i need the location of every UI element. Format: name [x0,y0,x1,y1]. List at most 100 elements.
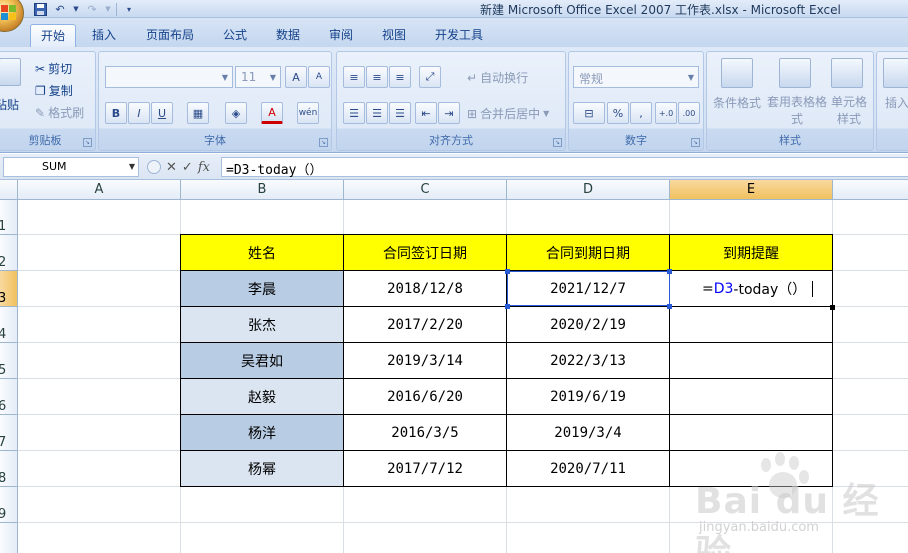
table-cell-name[interactable]: 赵毅 [181,379,344,415]
table-cell-expires[interactable]: 2019/3/4 [507,415,670,451]
table-cell-expires[interactable]: 2020/2/19 [507,307,670,343]
name-box[interactable]: SUM ▼ [3,157,139,177]
decrease-font-button[interactable]: A [308,66,330,88]
table-cell-signed[interactable]: 2018/12/8 [344,271,507,307]
align-middle-icon[interactable]: ≡ [366,66,388,88]
align-right-icon[interactable]: ☰ [389,102,411,124]
tab-home[interactable]: 开始 [30,24,77,47]
tab-formulas[interactable]: 公式 [213,24,257,47]
enter-icon[interactable]: ✓ [182,160,193,175]
worksheet[interactable]: A B C D E 1 2 3 4 5 6 7 8 9 [0,180,908,553]
alignment-launcher-icon[interactable]: ↘ [553,138,562,147]
table-cell-reminder[interactable] [670,451,833,487]
borders-icon[interactable]: ▦ [187,102,209,124]
table-cell-reminder[interactable] [670,343,833,379]
conditional-format-button[interactable]: 条件格式 [713,94,761,111]
tab-insert[interactable]: 插入 [82,24,126,47]
table-cell-reminder[interactable] [670,379,833,415]
header-cell-reminder[interactable]: 到期提醒 [670,235,833,271]
merge-center-button[interactable]: ⊞ 合并后居中 ▼ [467,105,549,122]
header-cell-name[interactable]: 姓名 [181,235,344,271]
reference-handle[interactable] [505,269,510,274]
row-header-3[interactable]: 3 [0,271,18,307]
paste-button[interactable]: 粘贴 [0,96,19,113]
table-cell-reminder[interactable] [670,307,833,343]
table-cell-reminder[interactable] [670,415,833,451]
cancel-icon[interactable]: ✕ [166,160,177,175]
increase-indent-icon[interactable]: ⇥ [438,102,460,124]
reference-handle[interactable] [667,304,672,309]
accounting-format-icon[interactable]: ⊟ [573,102,605,124]
column-header-e[interactable]: E [670,180,833,200]
formula-input[interactable]: =D3-today（） [221,157,908,178]
align-center-icon[interactable]: ☰ [366,102,388,124]
align-top-icon[interactable]: ≡ [343,66,365,88]
redo-icon[interactable]: ↷ [84,2,100,17]
phonetic-button[interactable]: wén [297,102,319,124]
insert-function-icon[interactable]: fx [198,160,210,175]
orientation-icon[interactable]: ⤢ [419,66,441,88]
row-header-10[interactable] [0,523,18,553]
redo-dropdown-icon[interactable]: ▼ [104,2,112,17]
tab-page-layout[interactable]: 页面布局 [136,24,204,47]
row-header-4[interactable]: 4 [0,307,18,343]
undo-icon[interactable]: ↶ [52,2,68,17]
tab-developer[interactable]: 开发工具 [425,24,493,47]
insert-cells-button[interactable]: 插入 [885,94,908,111]
row-header-8[interactable]: 8 [0,451,18,487]
font-launcher-icon[interactable]: ↘ [319,138,328,147]
underline-button[interactable]: U [151,102,173,124]
decrease-decimal-button[interactable]: .00 [678,102,700,124]
fill-color-icon[interactable]: ◈ [225,102,247,124]
font-name-combo[interactable]: ▼ [105,66,233,88]
align-left-icon[interactable]: ☰ [343,102,365,124]
table-cell-name[interactable]: 张杰 [181,307,344,343]
customize-qat-icon[interactable]: ▾ [121,2,137,17]
reference-handle[interactable] [667,269,672,274]
copy-button[interactable]: ❐ 复制 [35,82,73,99]
active-cell-e3[interactable]: = D3 -today（） [670,271,833,307]
header-cell-signed[interactable]: 合同签订日期 [344,235,507,271]
cut-button[interactable]: ✂ 剪切 [35,60,72,77]
tab-view[interactable]: 视图 [372,24,416,47]
formula-expand-icon[interactable] [147,160,161,174]
conditional-format-icon[interactable] [721,58,753,88]
table-format-button[interactable]: 套用表格格式 [767,94,827,128]
tab-review[interactable]: 审阅 [319,24,363,47]
column-header-f[interactable] [833,180,908,200]
table-cell-signed[interactable]: 2016/6/20 [344,379,507,415]
wrap-text-button[interactable]: ↵ 自动换行 [467,69,528,86]
column-header-b[interactable]: B [181,180,344,200]
table-cell-name[interactable]: 杨洋 [181,415,344,451]
comma-button[interactable]: , [630,102,652,124]
increase-decimal-button[interactable]: +.0 [655,102,677,124]
reference-handle[interactable] [505,304,510,309]
undo-dropdown-icon[interactable]: ▼ [72,2,80,17]
select-all-corner[interactable] [0,180,18,200]
align-bottom-icon[interactable]: ≡ [389,66,411,88]
cell-styles-icon[interactable] [831,58,863,88]
row-header-6[interactable]: 6 [0,379,18,415]
font-color-button[interactable]: A [261,102,283,124]
column-header-a[interactable]: A [18,180,181,200]
table-cell-name[interactable]: 李晨 [181,271,344,307]
table-cell-signed[interactable]: 2019/3/14 [344,343,507,379]
table-cell-name[interactable]: 杨幂 [181,451,344,487]
bold-button[interactable]: B [105,102,127,124]
row-header-5[interactable]: 5 [0,343,18,379]
italic-button[interactable]: I [128,102,150,124]
font-size-combo[interactable]: 11 ▼ [235,66,281,88]
tab-data[interactable]: 数据 [266,24,310,47]
row-header-2[interactable]: 2 [0,235,18,271]
table-cell-signed[interactable]: 2017/7/12 [344,451,507,487]
row-header-1[interactable]: 1 [0,200,18,235]
decrease-indent-icon[interactable]: ⇤ [415,102,437,124]
table-cell-signed[interactable]: 2016/3/5 [344,415,507,451]
insert-cells-icon[interactable] [883,58,908,88]
format-painter-button[interactable]: ✎ 格式刷 [35,104,84,121]
row-header-7[interactable]: 7 [0,415,18,451]
table-cell-expires[interactable]: 2021/12/7 [507,271,670,307]
table-cell-expires[interactable]: 2019/6/19 [507,379,670,415]
table-format-icon[interactable] [779,58,811,88]
table-cell-expires[interactable]: 2020/7/11 [507,451,670,487]
